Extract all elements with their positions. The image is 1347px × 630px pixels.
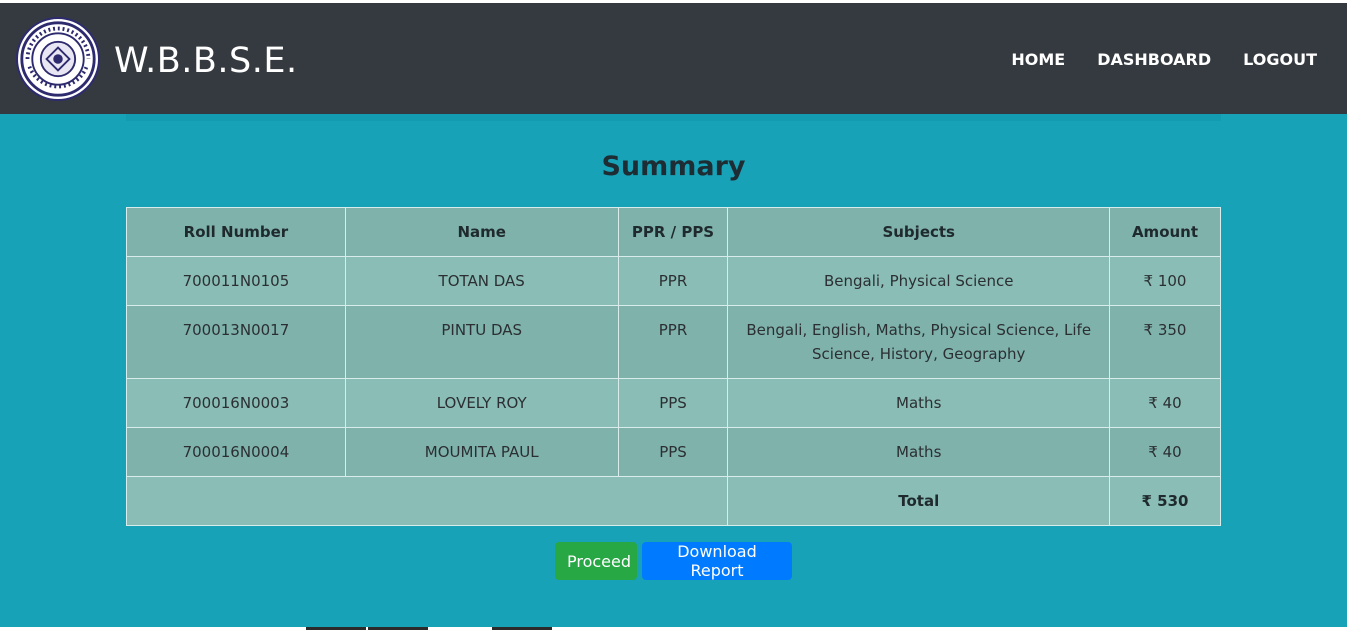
subjects-cell: Maths bbox=[727, 378, 1110, 428]
amount-cell: ₹ 40 bbox=[1109, 378, 1221, 428]
page-title: Summary bbox=[601, 151, 746, 182]
ppr-pps-cell: PPR bbox=[617, 256, 729, 306]
total-row: Total ₹ 530 bbox=[125, 476, 1221, 526]
wbbse-logo bbox=[16, 17, 100, 101]
brand-title: W.B.B.S.E. bbox=[114, 41, 298, 81]
nav-links: HOME DASHBOARD LOGOUT bbox=[1011, 50, 1317, 69]
total-amount: ₹ 530 bbox=[1109, 476, 1221, 526]
roll-number-cell: 700013N0017 bbox=[126, 305, 346, 379]
subjects-cell: Bengali, Physical Science bbox=[727, 256, 1110, 306]
name-cell: LOVELY ROY bbox=[344, 378, 619, 428]
roll-number-cell: 700016N0004 bbox=[126, 427, 346, 477]
subjects-cell: Maths bbox=[727, 427, 1110, 477]
ppr-pps-cell: PPR bbox=[617, 305, 729, 379]
nav-home-link[interactable]: HOME bbox=[1011, 50, 1065, 69]
ppr-pps-cell: PPS bbox=[617, 378, 729, 428]
summary-table: Roll Number Name PPR / PPS Subjects Amou… bbox=[125, 207, 1221, 526]
name-cell: TOTAN DAS bbox=[344, 256, 619, 306]
total-empty-cell bbox=[125, 476, 729, 526]
amount-cell: ₹ 350 bbox=[1109, 305, 1221, 379]
subjects-cell: Bengali, English, Maths, Physical Scienc… bbox=[727, 305, 1110, 379]
name-cell: MOUMITA PAUL bbox=[344, 427, 619, 477]
table-row: 700016N0004 MOUMITA PAUL PPS Maths ₹ 40 bbox=[126, 427, 1221, 477]
column-header-roll-number: Roll Number bbox=[126, 207, 346, 257]
download-report-button[interactable]: Download Report bbox=[642, 542, 792, 580]
total-label: Total bbox=[727, 476, 1110, 526]
amount-cell: ₹ 40 bbox=[1109, 427, 1221, 477]
nav-logout-link[interactable]: LOGOUT bbox=[1243, 50, 1317, 69]
column-header-amount: Amount bbox=[1109, 207, 1221, 257]
name-cell: PINTU DAS bbox=[344, 305, 619, 379]
ppr-pps-cell: PPS bbox=[617, 427, 729, 477]
amount-cell: ₹ 100 bbox=[1109, 256, 1221, 306]
table-header-row: Roll Number Name PPR / PPS Subjects Amou… bbox=[126, 207, 1221, 257]
action-buttons: Proceed Download Report bbox=[555, 542, 792, 580]
table-row: 700013N0017 PINTU DAS PPR Bengali, Engli… bbox=[126, 305, 1221, 379]
column-header-ppr-pps: PPR / PPS bbox=[617, 207, 729, 257]
roll-number-cell: 700016N0003 bbox=[126, 378, 346, 428]
table-row: 700016N0003 LOVELY ROY PPS Maths ₹ 40 bbox=[126, 378, 1221, 428]
nav-dashboard-link[interactable]: DASHBOARD bbox=[1097, 50, 1211, 69]
roll-number-cell: 700011N0105 bbox=[126, 256, 346, 306]
navbar: W.B.B.S.E. HOME DASHBOARD LOGOUT bbox=[0, 3, 1347, 114]
proceed-button[interactable]: Proceed bbox=[555, 542, 637, 580]
content-top-bar bbox=[126, 114, 1221, 121]
column-header-subjects: Subjects bbox=[727, 207, 1110, 257]
table-row: 700011N0105 TOTAN DAS PPR Bengali, Physi… bbox=[126, 256, 1221, 306]
column-header-name: Name bbox=[344, 207, 619, 257]
